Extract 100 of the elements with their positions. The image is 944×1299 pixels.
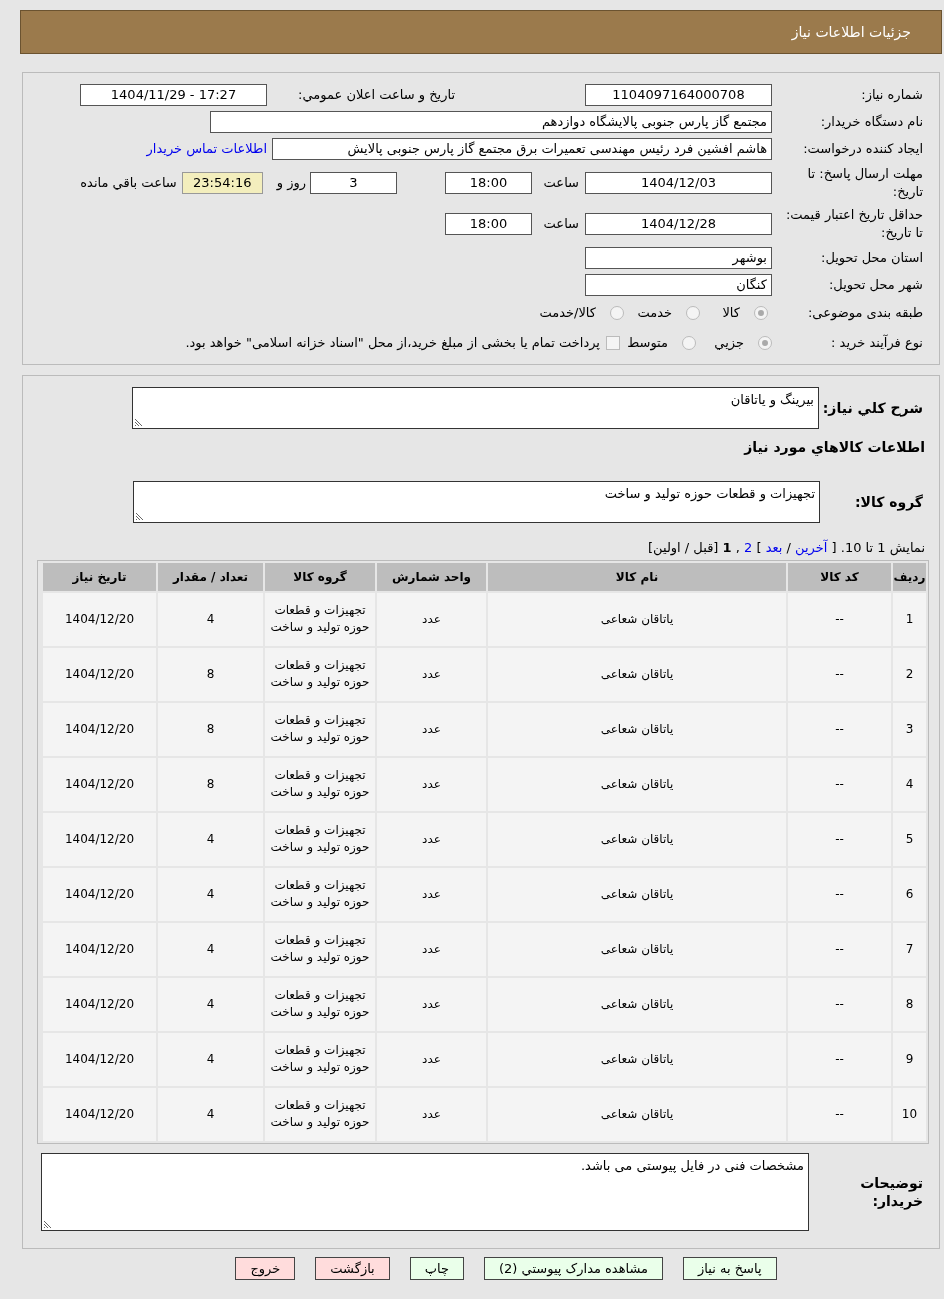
radio-button[interactable] — [754, 306, 768, 320]
column-header: کد کالا — [788, 562, 891, 591]
option-label: کالا/خدمت — [539, 304, 596, 323]
table-cell: 7 — [893, 922, 926, 976]
table-cell: 2 — [893, 647, 926, 701]
checkbox-label: پرداخت تمام یا بخشی از مبلغ خرید،از محل "اسناد خزانه اسلامی" خواهد بود. — [185, 334, 600, 353]
text-field[interactable]: کنگان — [585, 273, 772, 296]
field-label: استان محل تحویل: — [820, 248, 924, 268]
pagination-link[interactable]: آخرین — [795, 540, 828, 555]
table-cell: یاتاقان شعاعی — [488, 867, 786, 921]
radio-button[interactable] — [686, 306, 700, 320]
text-field[interactable]: 1404/12/03 — [585, 171, 772, 194]
field-label: مهلت ارسال پاسخ: تا تاریخ: — [806, 164, 924, 201]
table-cell: 8 — [158, 757, 263, 811]
text-area-value: بیرینگ و یاتاقان — [730, 392, 814, 407]
action-button[interactable]: چاپ — [409, 1256, 464, 1280]
field-label: روز و — [276, 173, 306, 193]
table-cell: 4 — [158, 1087, 263, 1141]
action-button[interactable]: پاسخ به نیاز — [683, 1256, 777, 1280]
table-cell: 1404/12/20 — [43, 977, 156, 1031]
table-cell: -- — [788, 757, 891, 811]
table-cell: یاتاقان شعاعی — [488, 922, 786, 976]
page-title: جزئیات اطلاعات نیاز — [791, 22, 911, 43]
action-button[interactable]: بازگشت — [315, 1256, 390, 1280]
text-area-value: تجهیزات و قطعات حوزه تولید و ساخت — [604, 486, 815, 501]
text-area[interactable]: بیرینگ و یاتاقان — [132, 387, 819, 429]
field-label: طبقه بندی موضوعی: — [806, 304, 924, 323]
pagination-text: , — [735, 540, 740, 555]
text-area[interactable]: تجهیزات و قطعات حوزه تولید و ساخت — [133, 481, 820, 523]
pagination-text: نمایش 1 تا 10. [ — [831, 540, 925, 555]
text-field[interactable]: هاشم افشین فرد رئیس مهندسی تعمیرات برق مجتمع گاز پارس جنوبی پالایش — [272, 137, 772, 160]
text-area[interactable]: مشخصات فنی در فایل پیوستی می باشد. — [41, 1152, 809, 1231]
table-cell: عدد — [377, 592, 486, 646]
table-cell: 6 — [893, 867, 926, 921]
table-cell: 4 — [158, 592, 263, 646]
option-label: کالا — [721, 304, 740, 323]
option-label: خدمت — [636, 304, 672, 323]
table-cell: 1404/12/20 — [43, 647, 156, 701]
table-cell: یاتاقان شعاعی — [488, 592, 786, 646]
countdown-timer: 23:54:16 — [181, 171, 263, 194]
text-field[interactable]: 1104097164000708 — [585, 83, 772, 106]
field-label: ایجاد کننده درخواست: — [802, 139, 924, 159]
text-field[interactable]: 3 — [310, 171, 397, 194]
table-cell: 4 — [158, 1032, 263, 1086]
table-cell: یاتاقان شعاعی — [488, 977, 786, 1031]
text-field[interactable]: مجتمع گاز پارس جنوبی پالایشگاه دوازدهم — [210, 110, 772, 133]
table-cell: تجهیزات و قطعات حوزه تولید و ساخت — [265, 812, 375, 866]
field-label: تاریخ و ساعت اعلان عمومي: — [297, 85, 455, 105]
table-cell: یاتاقان شعاعی — [488, 647, 786, 701]
resize-grip-icon[interactable] — [135, 418, 143, 426]
table-cell: -- — [788, 592, 891, 646]
column-header: تعداد / مقدار — [158, 562, 263, 591]
table-cell: 10 — [893, 1087, 926, 1141]
table-cell: عدد — [377, 1032, 486, 1086]
action-button[interactable]: خروج — [235, 1256, 296, 1280]
checkbox[interactable] — [606, 336, 620, 350]
text-area-value: مشخصات فنی در فایل پیوستی می باشد. — [580, 1157, 804, 1173]
table-cell: 4 — [893, 757, 926, 811]
field-label: حداقل تاریخ اعتبار قیمت: تا تاریخ: — [784, 205, 924, 242]
text-field[interactable]: 1404/11/29 - 17:27 — [80, 83, 267, 106]
table-cell: -- — [788, 922, 891, 976]
table-cell: 1404/12/20 — [43, 812, 156, 866]
text-field[interactable]: 1404/12/28 — [585, 212, 772, 235]
pagination-text: [قبل / اولین] — [648, 540, 719, 555]
table-cell: 4 — [158, 922, 263, 976]
resize-grip-icon[interactable] — [44, 1219, 52, 1228]
pagination-link[interactable]: بعد — [765, 540, 783, 555]
radio-button[interactable] — [610, 306, 624, 320]
table-cell: یاتاقان شعاعی — [488, 1032, 786, 1086]
table-cell: 1404/12/20 — [43, 1087, 156, 1141]
field-label: ساعت — [542, 173, 579, 192]
table-cell: یاتاقان شعاعی — [488, 702, 786, 756]
table-cell: تجهیزات و قطعات حوزه تولید و ساخت — [265, 922, 375, 976]
text-field[interactable]: 18:00 — [445, 212, 532, 235]
table-cell: عدد — [377, 757, 486, 811]
pagination-link[interactable]: 2 — [744, 540, 753, 555]
table-cell: 5 — [893, 812, 926, 866]
resize-grip-icon[interactable] — [136, 512, 144, 520]
table-cell: یاتاقان شعاعی — [488, 812, 786, 866]
text-field[interactable]: بوشهر — [585, 246, 772, 269]
action-button[interactable]: مشاهده مدارک پیوستي (2) — [484, 1256, 664, 1280]
table-cell: -- — [788, 977, 891, 1031]
current-page: 1 — [722, 540, 732, 555]
field-label: گروه کالا: — [853, 492, 924, 513]
contact-link[interactable]: اطلاعات تماس خریدار — [146, 138, 267, 159]
table-cell: 1404/12/20 — [43, 1032, 156, 1086]
field-label: شرح كلي نیاز: — [821, 398, 924, 419]
field-label: شماره نیاز: — [860, 85, 924, 105]
table-cell: 1404/12/20 — [43, 592, 156, 646]
radio-button[interactable] — [758, 336, 772, 350]
table-cell: 3 — [893, 702, 926, 756]
table-cell: عدد — [377, 867, 486, 921]
table-cell: 1 — [893, 592, 926, 646]
table-cell: 1404/12/20 — [43, 867, 156, 921]
radio-button[interactable] — [682, 336, 696, 350]
table-cell: 4 — [158, 977, 263, 1031]
table-cell: عدد — [377, 977, 486, 1031]
field-label: توضیحات خریدار: — [859, 1173, 924, 1210]
column-header: گروه کالا — [265, 562, 375, 591]
text-field[interactable]: 18:00 — [445, 171, 532, 194]
